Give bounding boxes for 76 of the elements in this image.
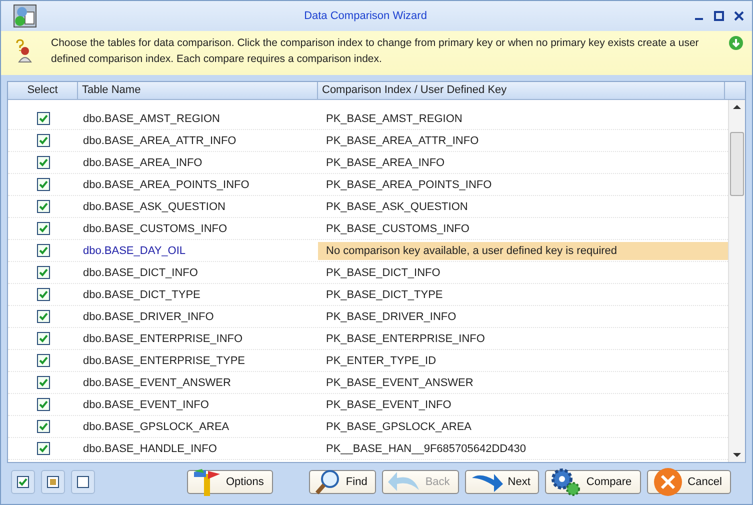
options-button[interactable]: Options — [187, 470, 273, 494]
row-checkbox[interactable] — [36, 398, 50, 411]
check-all-button[interactable] — [11, 470, 35, 494]
close-icon — [652, 466, 684, 498]
table-name: dbo.BASE_EVENT_ANSWER — [83, 376, 231, 388]
table-name: dbo.BASE_DAY_OIL — [83, 244, 186, 256]
signpost-icon — [192, 468, 222, 496]
table-name: dbo.BASE_AREA_POINTS_INFO — [83, 178, 250, 190]
row-checkbox[interactable] — [36, 200, 50, 213]
table-name: dbo.BASE_DRIVER_INFO — [83, 310, 214, 322]
filled-box-icon — [47, 476, 59, 488]
search-icon — [314, 468, 342, 494]
table-name: dbo.BASE_ASK_QUESTION — [83, 200, 226, 212]
window-title: Data Comparison Wizard — [303, 10, 428, 22]
help-person-icon — [15, 39, 33, 63]
comparison-key[interactable]: PK_BASE_AREA_ATTR_INFO — [326, 134, 479, 146]
gears-icon — [550, 466, 582, 496]
back-arrow-icon — [387, 470, 422, 494]
next-button[interactable]: Next — [464, 470, 540, 494]
table-name: dbo.BASE_DICT_INFO — [83, 266, 198, 278]
comparison-key[interactable]: PK_BASE_EVENT_INFO — [326, 398, 452, 410]
comparison-key[interactable]: PK__BASE_HAN__9F685705642DD430 — [326, 442, 526, 454]
comparison-key[interactable]: PK_BASE_AREA_INFO — [326, 156, 445, 168]
cancel-button[interactable]: Cancel — [646, 470, 731, 494]
comparison-key[interactable]: PK_ENTER_TYPE_ID — [326, 354, 436, 366]
table-name: dbo.BASE_HANDLE_INFO — [83, 442, 217, 454]
find-button[interactable]: Find — [308, 470, 376, 494]
row-checkbox[interactable] — [36, 376, 50, 389]
close-icon[interactable] — [734, 11, 744, 21]
comparison-key[interactable]: PK_BASE_DRIVER_INFO — [326, 310, 456, 322]
table-name: dbo.BASE_AREA_INFO — [83, 156, 202, 168]
checked-box-icon — [17, 476, 29, 488]
comparison-key[interactable]: PK_BASE_DICT_INFO — [326, 266, 440, 278]
row-checkbox[interactable] — [36, 134, 50, 147]
row-checkbox[interactable] — [36, 222, 50, 235]
row-checkbox[interactable] — [36, 332, 50, 345]
uncheck-all-button[interactable] — [71, 470, 95, 494]
row-checkbox[interactable] — [36, 244, 50, 257]
comparison-key[interactable]: PK_BASE_AMST_REGION — [326, 112, 462, 124]
info-text: Choose the tables for data comparison. Click the comparison index to change from primary key or when no primary key exists create a user defined comparison index. Each compare requires a comparison index. — [50, 36, 700, 67]
table-name: dbo.BASE_EVENT_INFO — [83, 398, 209, 410]
scrollbar-thumb[interactable] — [730, 132, 744, 196]
table-name: dbo.BASE_DICT_TYPE — [83, 288, 200, 300]
row-checkbox[interactable] — [36, 442, 50, 455]
row-checkbox[interactable] — [36, 288, 50, 301]
row-checkbox[interactable] — [36, 420, 50, 433]
table-name: dbo.BASE_ENTERPRISE_INFO — [83, 332, 243, 344]
table-name: dbo.BASE_AMST_REGION — [83, 112, 220, 124]
maximize-icon[interactable] — [714, 11, 724, 21]
row-checkbox[interactable] — [36, 156, 50, 169]
column-header[interactable]: Table Name — [78, 82, 318, 99]
comparison-key[interactable]: PK_BASE_DICT_TYPE — [326, 288, 443, 300]
column-header[interactable]: Comparison Index / User Defined Key — [318, 82, 725, 99]
comparison-key[interactable]: PK_BASE_ASK_QUESTION — [326, 200, 468, 212]
table-name: dbo.BASE_GPSLOCK_AREA — [83, 420, 230, 432]
comparison-key[interactable]: PK_BASE_AREA_POINTS_INFO — [326, 178, 492, 190]
comparison-key[interactable]: PK_BASE_GPSLOCK_AREA — [326, 420, 472, 432]
empty-box-icon — [77, 476, 89, 488]
table-name: dbo.BASE_ENTERPRISE_TYPE — [83, 354, 246, 366]
comparison-key[interactable]: PK_BASE_ENTERPRISE_INFO — [326, 332, 485, 344]
scroll-down-icon[interactable] — [733, 452, 741, 458]
scroll-up-icon[interactable] — [733, 104, 741, 110]
row-checkbox[interactable] — [36, 178, 50, 191]
row-checkbox[interactable] — [36, 112, 50, 125]
comparison-key[interactable]: PK_BASE_EVENT_ANSWER — [326, 376, 474, 388]
comparison-key[interactable]: PK_BASE_CUSTOMS_INFO — [326, 222, 470, 234]
invert-selection-button[interactable] — [41, 470, 65, 494]
table-name: dbo.BASE_AREA_ATTR_INFO — [83, 134, 236, 146]
row-checkbox[interactable] — [36, 266, 50, 279]
row-checkbox[interactable] — [36, 354, 50, 367]
table-name: dbo.BASE_CUSTOMS_INFO — [83, 222, 228, 234]
scrollbar[interactable] — [728, 100, 745, 462]
app-icon — [13, 4, 37, 28]
compare-button[interactable]: Compare — [545, 470, 641, 494]
column-header[interactable]: Select — [8, 82, 78, 99]
row-checkbox[interactable] — [36, 310, 50, 323]
